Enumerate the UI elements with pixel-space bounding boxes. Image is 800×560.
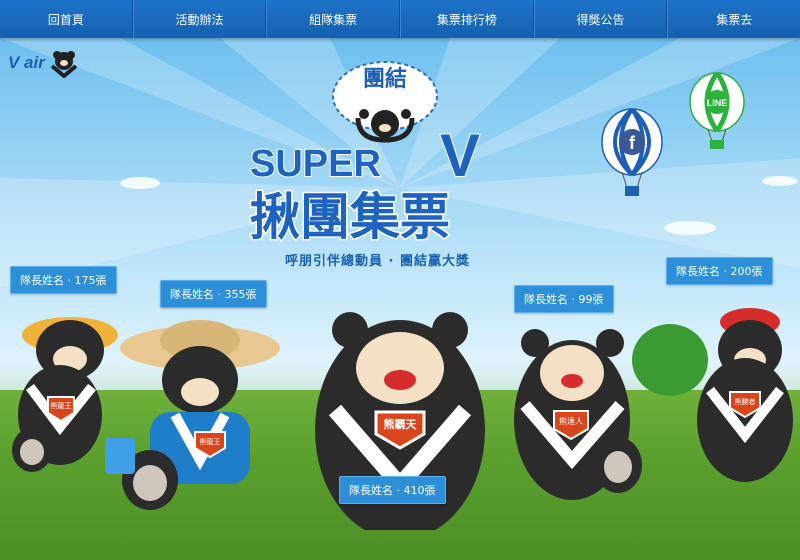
captain-tag-5[interactable]: 隊長姓名 · 200張 xyxy=(666,257,773,285)
title-badge: 團結 xyxy=(363,66,407,92)
title-v: V xyxy=(440,122,480,189)
nav-collect[interactable]: 集票去 xyxy=(667,0,800,38)
captain-tag-2[interactable]: 隊長姓名 · 355張 xyxy=(160,280,267,308)
captain-tag-3[interactable]: 隊長姓名 · 410張 xyxy=(339,476,446,504)
line-balloon[interactable]: LINE xyxy=(688,72,746,154)
bear-3-badge: 熊覇天 xyxy=(384,417,418,431)
title-graphic: 團結 SUPER V 揪團集票 xyxy=(249,61,481,248)
title-sub: 揪團集票 xyxy=(250,188,450,246)
facebook-icon: f xyxy=(629,133,636,153)
bear-1: 熊龍王 xyxy=(12,317,118,472)
bear-5-badge: 熊勝者 xyxy=(735,397,756,406)
slogan: 呼朋引伴總動員 · 團結贏大獎 xyxy=(285,254,470,269)
vair-logo[interactable]: V air xyxy=(8,48,79,78)
nav-rules[interactable]: 活動辦法 xyxy=(132,0,267,38)
bear-2-badge: 熊龍王 xyxy=(200,437,221,446)
bear-4-badge: 熊達人 xyxy=(559,416,583,426)
bear-2: 熊龍王 xyxy=(105,320,280,510)
bear-icon xyxy=(50,51,78,78)
logo-text: V air xyxy=(8,53,45,72)
bear-4: 熊達人 xyxy=(514,329,642,500)
title-super: SUPER xyxy=(250,143,381,185)
nav-home[interactable]: 回首頁 xyxy=(0,0,133,38)
captain-tag-4[interactable]: 隊長姓名 · 99張 xyxy=(514,285,614,313)
bear-1-badge: 熊龍王 xyxy=(51,401,72,410)
top-nav: 回首頁 活動辦法 組隊集票 集票排行榜 得獎公告 集票去 xyxy=(0,0,800,38)
bear-5: 熊勝者 xyxy=(632,308,793,482)
captain-tag-1[interactable]: 隊長姓名 · 175張 xyxy=(10,266,117,294)
nav-team-up[interactable]: 組隊集票 xyxy=(266,0,401,38)
facebook-balloon[interactable]: f xyxy=(600,108,664,200)
nav-ranking[interactable]: 集票排行榜 xyxy=(400,0,534,38)
nav-winners[interactable]: 得獎公告 xyxy=(533,0,668,38)
line-icon: LINE xyxy=(707,98,728,108)
